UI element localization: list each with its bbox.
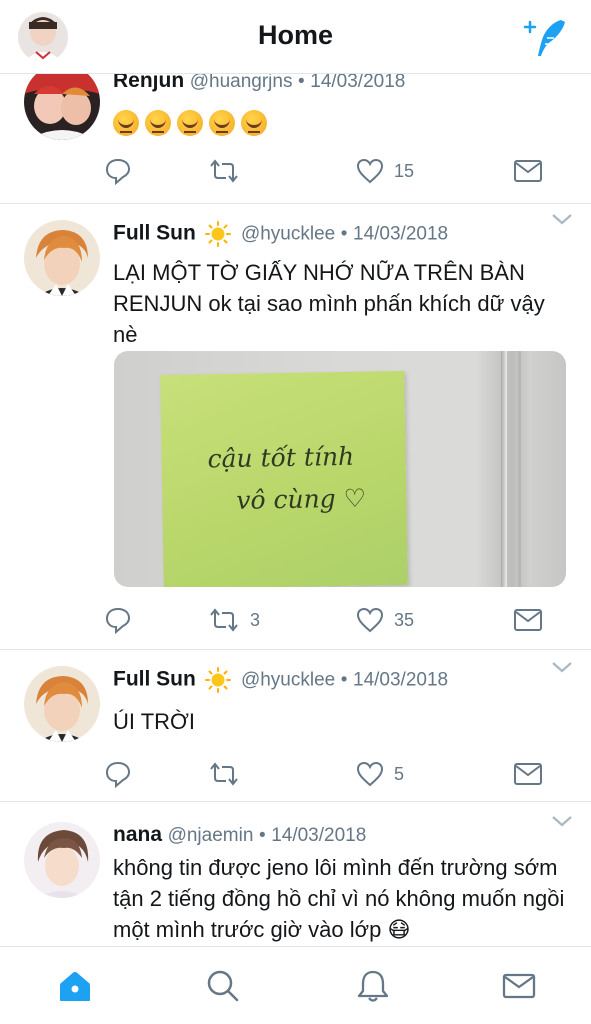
display-name[interactable]: Full Sun xyxy=(113,667,196,690)
angry-face-emoji xyxy=(241,110,267,137)
separator-dot: • xyxy=(298,74,305,92)
tweet-item[interactable]: Full Sun @hyucklee • 14/03/2018 ÚI TRỜI … xyxy=(0,650,591,802)
envelope-icon xyxy=(514,763,542,785)
sun-emoji xyxy=(205,221,232,247)
reply-button[interactable] xyxy=(104,603,132,637)
separator-dot: • xyxy=(340,223,348,245)
separator-dot: • xyxy=(340,669,348,691)
sticky-note: cậu tốt tính vô cùng ♡ xyxy=(160,370,408,587)
sun-emoji xyxy=(205,667,232,693)
photo-fridge-edge xyxy=(518,351,521,587)
reply-icon xyxy=(105,761,131,788)
messages-envelope-icon[interactable] xyxy=(500,967,538,1005)
envelope-icon xyxy=(514,160,542,182)
tweet-item[interactable]: nana @njaemin • 14/03/2018 không tin đượ… xyxy=(0,802,591,946)
like-button[interactable]: 5 xyxy=(356,757,404,791)
heart-icon xyxy=(356,158,384,184)
retweet-icon xyxy=(210,762,238,786)
display-name[interactable]: Renjun xyxy=(113,74,184,92)
avatar[interactable] xyxy=(24,822,100,898)
separator-dot: • xyxy=(258,825,266,846)
tweet-header: Renjun @huangrjns • 14/03/2018 xyxy=(113,74,405,93)
angry-face-emoji xyxy=(145,110,171,137)
heart-icon xyxy=(356,761,384,787)
tweet-photo[interactable]: cậu tốt tính vô cùng ♡ xyxy=(114,351,566,587)
like-count: 5 xyxy=(394,763,405,784)
tweet-date: 14/03/2018 xyxy=(353,223,449,245)
tweet-text: LẠI MỘT TỜ GIẤY NHỚ NỮA TRÊN BÀN RENJUN … xyxy=(113,260,545,347)
note-text-line: cậu tốt tính xyxy=(207,441,355,474)
retweet-button[interactable]: 3 xyxy=(208,603,260,637)
tweet-date: 14/03/2018 xyxy=(353,669,449,691)
direct-message-button[interactable] xyxy=(513,154,543,188)
page-title: Home xyxy=(257,20,333,50)
notifications-bell-icon[interactable] xyxy=(354,967,392,1005)
like-button[interactable]: 15 xyxy=(356,154,414,188)
bottom-tab-bar xyxy=(0,946,591,1024)
user-handle[interactable]: @hyucklee xyxy=(241,223,335,244)
retweet-button[interactable] xyxy=(208,154,250,188)
compose-feather-icon[interactable] xyxy=(523,14,569,60)
direct-message-button[interactable] xyxy=(513,603,543,637)
tweet-item[interactable]: Renjun @huangrjns • 14/03/2018 15 xyxy=(0,74,591,204)
search-icon[interactable] xyxy=(204,967,242,1005)
reply-icon xyxy=(105,607,131,634)
user-handle[interactable]: @huangrjns xyxy=(190,74,293,92)
retweet-button[interactable] xyxy=(208,757,250,791)
display-name[interactable]: Full Sun xyxy=(113,221,196,244)
angry-face-emoji xyxy=(209,110,235,137)
like-button[interactable]: 35 xyxy=(356,603,414,637)
envelope-icon xyxy=(514,609,542,631)
tweet-header: Full Sun @hyucklee • 14/03/2018 xyxy=(113,667,448,693)
avatar[interactable] xyxy=(24,220,100,296)
reply-button[interactable] xyxy=(104,154,132,188)
tweet-date: 14/03/2018 xyxy=(271,825,367,846)
angry-face-emoji xyxy=(113,110,139,137)
tweet-actions: 3 35 xyxy=(100,603,560,637)
tweet-actions: 15 xyxy=(100,154,560,188)
user-handle[interactable]: @hyucklee xyxy=(241,669,335,690)
photo-fridge-edge xyxy=(501,351,507,587)
chevron-down-icon[interactable] xyxy=(551,660,573,674)
home-icon[interactable] xyxy=(56,967,94,1005)
retweet-count: 3 xyxy=(250,609,261,630)
like-count: 15 xyxy=(394,160,415,181)
chevron-down-icon[interactable] xyxy=(551,212,573,226)
reply-icon xyxy=(105,158,131,185)
tweet-actions: 5 xyxy=(100,757,560,791)
direct-message-button[interactable] xyxy=(513,757,543,791)
tweet-text: ÚI TRỜI xyxy=(113,709,196,734)
retweet-icon xyxy=(210,159,238,183)
like-count: 35 xyxy=(394,609,415,630)
avatar[interactable] xyxy=(24,666,100,742)
note-text-line: vô cùng ♡ xyxy=(236,483,367,515)
tweet-text xyxy=(113,106,573,137)
avatar[interactable] xyxy=(24,74,100,140)
tweet-text: không tin được jeno lôi mình đến trường … xyxy=(113,855,565,942)
retweet-icon xyxy=(210,608,238,632)
tweet-date: 14/03/2018 xyxy=(310,74,406,92)
reply-button[interactable] xyxy=(104,757,132,791)
tweet-item[interactable]: Full Sun @hyucklee • 14/03/2018 LẠI MỘT … xyxy=(0,204,591,650)
tweet-header: nana @njaemin • 14/03/2018 xyxy=(113,823,366,847)
top-bar: Home xyxy=(0,0,591,74)
chevron-down-icon[interactable] xyxy=(551,814,573,828)
heart-icon xyxy=(356,607,384,633)
angry-face-emoji xyxy=(177,110,203,137)
tweet-header: Full Sun @hyucklee • 14/03/2018 xyxy=(113,221,448,247)
display-name[interactable]: nana xyxy=(113,823,162,846)
user-handle[interactable]: @njaemin xyxy=(168,825,254,846)
